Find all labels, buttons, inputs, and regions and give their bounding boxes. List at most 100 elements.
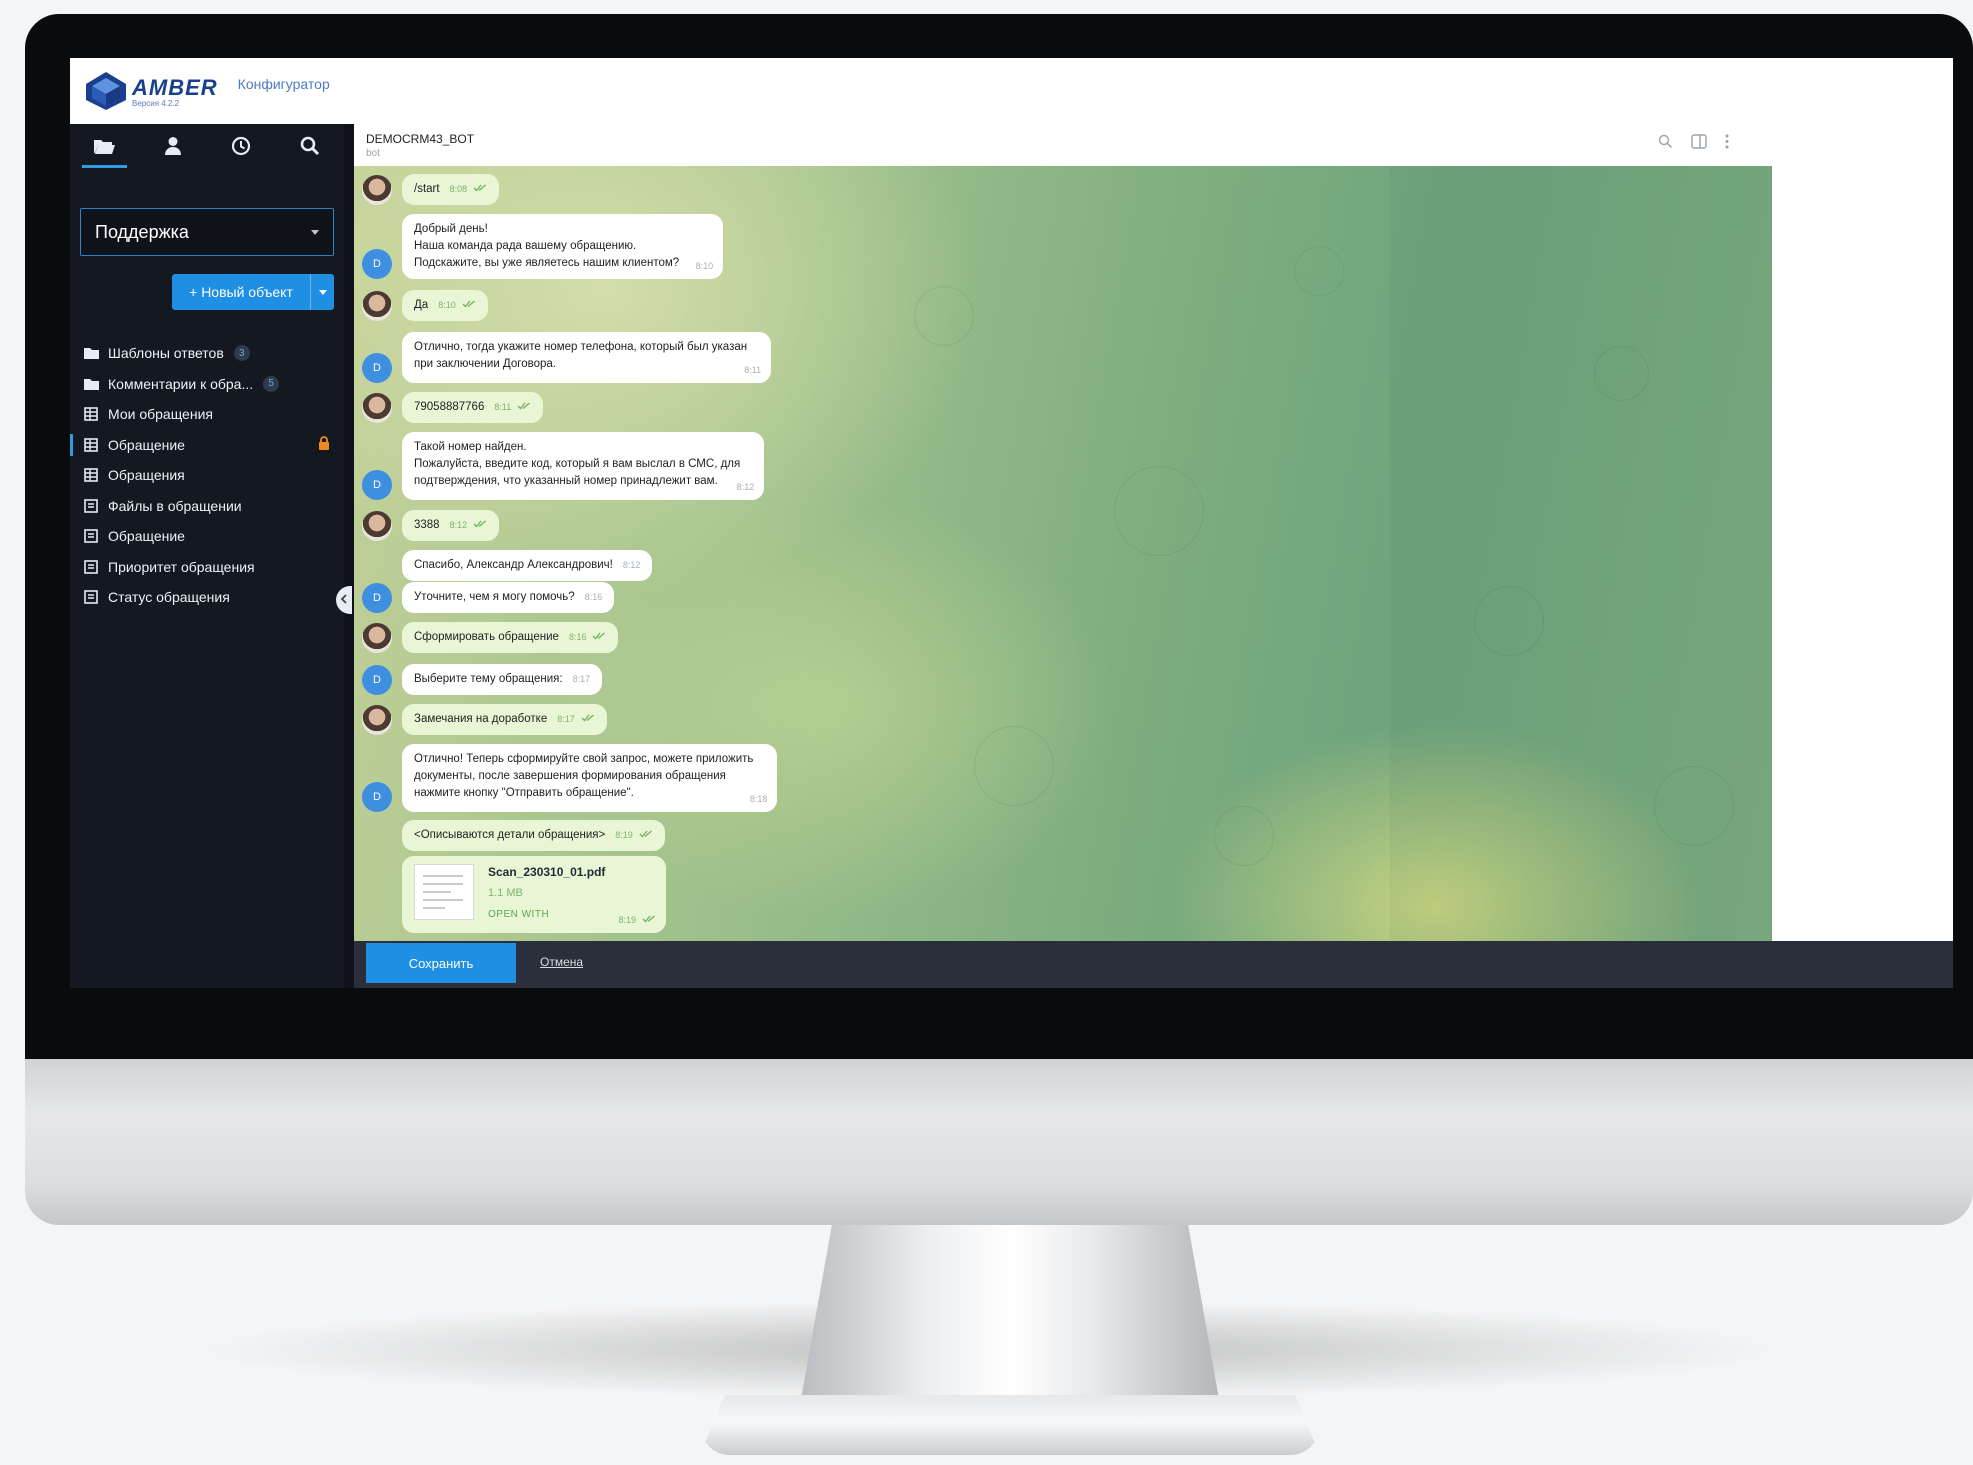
user-avatar bbox=[362, 175, 392, 205]
brand-name: AMBER bbox=[132, 74, 218, 100]
wallpaper-doodle bbox=[1654, 766, 1734, 846]
message-time: 8:19 bbox=[615, 830, 633, 840]
double-check-icon bbox=[592, 629, 606, 646]
message-outgoing: Сформировать обращение 8:16 bbox=[362, 622, 619, 653]
sidebar-item-label: Шаблоны ответов bbox=[108, 345, 224, 362]
message-text: /start bbox=[414, 183, 440, 195]
message-bubble[interactable]: 79058887766 8:11 bbox=[402, 392, 544, 423]
message-bubble[interactable]: 3388 8:12 bbox=[402, 510, 500, 541]
form-footer: Сохранить Отмена bbox=[354, 941, 1953, 988]
message-bubble[interactable]: Отлично! Теперь сформируйте свой запрос,… bbox=[402, 744, 778, 812]
save-button[interactable]: Сохранить bbox=[366, 943, 516, 983]
message-bubble[interactable]: /start 8:08 bbox=[402, 174, 500, 205]
message-text: Да bbox=[414, 299, 429, 311]
user-avatar bbox=[362, 623, 392, 653]
tab-objects[interactable] bbox=[70, 124, 139, 172]
message-time: 8:10 bbox=[695, 261, 714, 271]
file-name: Scan_230310_01.pdf bbox=[488, 865, 606, 879]
sidebar-item-request-priority[interactable]: Приоритет обращения bbox=[70, 552, 344, 583]
file-attachment[interactable]: Scan_230310_01.pdf 1.1 MB OPEN WITH 8:19 bbox=[402, 856, 666, 933]
double-check-icon bbox=[473, 517, 487, 534]
chat-message-area[interactable]: /start 8:08 D Добрый день! Наша команда р… bbox=[354, 166, 1772, 941]
message-text: Уточните, чем я могу помочь? bbox=[414, 591, 575, 603]
tab-users[interactable] bbox=[139, 124, 208, 172]
message-time: 8:17 bbox=[557, 714, 575, 724]
message-bubble[interactable]: Спасибо, Александр Александрович! 8:12 bbox=[402, 550, 653, 581]
sidebar-item-label: Обращения bbox=[108, 467, 185, 484]
lock-icon bbox=[318, 436, 330, 453]
sidebar-item-label: Обращение bbox=[108, 528, 185, 545]
message-time: 8:12 bbox=[449, 520, 468, 530]
new-object-label: + Новый объект bbox=[189, 284, 293, 300]
search-icon[interactable] bbox=[1658, 134, 1673, 154]
app-header: AMBER Версия 4.2.2 Конфигуратор bbox=[70, 58, 1953, 124]
tab-search[interactable] bbox=[276, 124, 345, 172]
message-bubble[interactable]: Сформировать обращение 8:16 bbox=[402, 622, 619, 653]
sidebar: Поддержка + Новый объект Шаблоны ответов… bbox=[70, 124, 344, 988]
chat-subtitle: bot bbox=[366, 148, 380, 159]
message-text: 79058887766 bbox=[414, 401, 485, 413]
wallpaper-doodle bbox=[1594, 346, 1649, 401]
sidebar-tabs bbox=[70, 124, 344, 172]
bot-avatar: D bbox=[362, 249, 392, 279]
message-incoming: D Выберите тему обращения: 8:17 bbox=[362, 664, 603, 695]
form-icon bbox=[82, 498, 100, 514]
sidebar-item-requests[interactable]: Обращения bbox=[70, 460, 344, 491]
message-text: Выберите тему обращения: bbox=[414, 673, 563, 685]
folder-icon bbox=[82, 345, 100, 361]
object-tree: Шаблоны ответов 3 Комментарии к обра... … bbox=[70, 338, 344, 613]
sidebar-item-request[interactable]: Обращение bbox=[70, 430, 344, 461]
message-bubble[interactable]: Такой номер найден. Пожалуйста, введите … bbox=[402, 432, 765, 500]
message-time: 8:12 bbox=[736, 482, 755, 492]
user-avatar bbox=[362, 511, 392, 541]
configurator-link[interactable]: Конфигуратор bbox=[238, 76, 330, 92]
form-icon bbox=[82, 589, 100, 605]
new-object-dropdown[interactable] bbox=[310, 274, 334, 310]
bot-avatar: D bbox=[362, 353, 392, 383]
open-with-link[interactable]: OPEN WITH bbox=[488, 906, 605, 923]
user-icon bbox=[164, 136, 182, 161]
sidebar-toggle-icon[interactable] bbox=[1691, 134, 1707, 154]
monitor-stand-neck bbox=[800, 1215, 1220, 1405]
sidebar-item-comments[interactable]: Комментарии к обра... 5 bbox=[70, 369, 344, 400]
sidebar-item-request-form[interactable]: Обращение bbox=[70, 521, 344, 552]
search-icon bbox=[300, 136, 320, 161]
message-bubble[interactable]: Отлично, тогда укажите номер телефона, к… bbox=[402, 332, 772, 383]
bot-avatar: D bbox=[362, 782, 392, 812]
double-check-icon bbox=[642, 912, 656, 929]
chat-title: DEMOCRM43_BOT bbox=[366, 132, 475, 146]
message-outgoing: Замечания на доработке 8:17 bbox=[362, 704, 607, 735]
app-version: Версия 4.2.2 bbox=[132, 98, 180, 108]
sidebar-item-request-files[interactable]: Файлы в обращении bbox=[70, 491, 344, 522]
sidebar-item-request-status[interactable]: Статус обращения bbox=[70, 582, 344, 613]
folder-open-icon bbox=[93, 137, 116, 160]
tab-history[interactable] bbox=[207, 124, 276, 172]
new-object-button[interactable]: + Новый объект bbox=[172, 274, 334, 310]
message-bubble[interactable]: Уточните, чем я могу помочь? 8:16 bbox=[402, 582, 615, 613]
wallpaper-doodle bbox=[974, 726, 1054, 806]
monitor-chin bbox=[25, 1055, 1973, 1225]
message-incoming: D Отлично, тогда укажите номер телефона,… bbox=[362, 332, 772, 383]
message-bubble[interactable]: Замечания на доработке 8:17 bbox=[402, 704, 607, 735]
sidebar-item-my-requests[interactable]: Мои обращения bbox=[70, 399, 344, 430]
amber-logo-icon bbox=[84, 70, 128, 112]
screen: AMBER Версия 4.2.2 Конфигуратор Поддержк… bbox=[70, 58, 1953, 988]
message-time: 8:11 bbox=[494, 402, 512, 412]
more-vertical-icon[interactable] bbox=[1725, 134, 1729, 154]
message-bubble[interactable]: <Описываются детали обращения> 8:19 bbox=[402, 820, 665, 851]
message-bubble[interactable]: Выберите тему обращения: 8:17 bbox=[402, 664, 603, 695]
message-bubble[interactable]: Да 8:10 bbox=[402, 290, 488, 321]
empty-panel bbox=[1772, 166, 1953, 941]
message-bubble[interactable]: Добрый день! Наша команда рада вашему об… bbox=[402, 214, 724, 279]
cancel-link[interactable]: Отмена bbox=[540, 955, 583, 969]
count-badge: 5 bbox=[263, 375, 280, 392]
message-text: <Описываются детали обращения> bbox=[414, 829, 606, 841]
project-select[interactable]: Поддержка bbox=[80, 208, 334, 256]
message-time: 8:12 bbox=[622, 560, 641, 570]
user-avatar bbox=[362, 291, 392, 321]
message-incoming: D Добрый день! Наша команда рада вашему … bbox=[362, 214, 724, 279]
count-badge: 3 bbox=[233, 345, 250, 362]
sidebar-item-response-templates[interactable]: Шаблоны ответов 3 bbox=[70, 338, 344, 369]
folder-icon bbox=[82, 376, 100, 392]
chevron-down-icon bbox=[311, 229, 319, 235]
